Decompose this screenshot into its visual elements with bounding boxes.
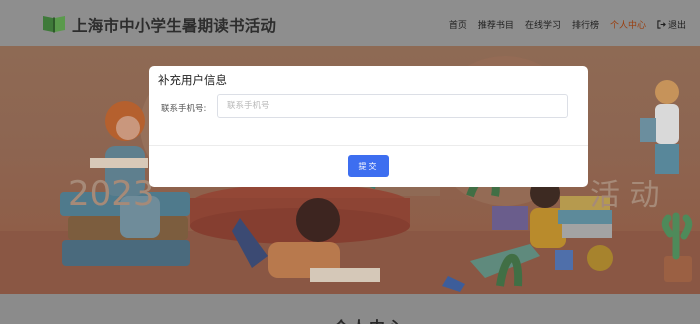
book-logo-icon[interactable]	[42, 13, 66, 33]
phone-label: 联系手机号:	[161, 104, 207, 114]
nav-item-home[interactable]: 首页	[449, 18, 467, 31]
main-nav: 首页 推荐书目 在线学习 排行榜 个人中心 退出	[438, 18, 686, 31]
site-header: 上海市中小学生暑期读书活动 首页 推荐书目 在线学习 排行榜 个人中心 退出	[0, 0, 700, 46]
banner-year-text: 2023	[68, 174, 155, 214]
nav-item-personal-center[interactable]: 个人中心	[610, 18, 646, 31]
dialog-title: 补充用户信息	[158, 73, 227, 87]
logout-label: 退出	[667, 21, 686, 31]
supplement-user-info-dialog: 补充用户信息 联系手机号: 提交	[149, 66, 588, 187]
logout-link[interactable]: 退出	[657, 18, 686, 31]
nav-item-recommended-books[interactable]: 推荐书目	[478, 18, 514, 31]
nav-item-leaderboard[interactable]: 排行榜	[572, 18, 599, 31]
logout-icon	[657, 20, 666, 29]
dialog-divider	[149, 145, 588, 146]
nav-item-online-learning[interactable]: 在线学习	[525, 18, 561, 31]
banner-activity-text: 活 动	[590, 178, 660, 213]
section-heading: 个人中心	[333, 314, 405, 324]
site-title[interactable]: 上海市中小学生暑期读书活动	[72, 14, 276, 36]
submit-button[interactable]: 提交	[348, 155, 389, 177]
phone-input[interactable]	[217, 94, 568, 118]
